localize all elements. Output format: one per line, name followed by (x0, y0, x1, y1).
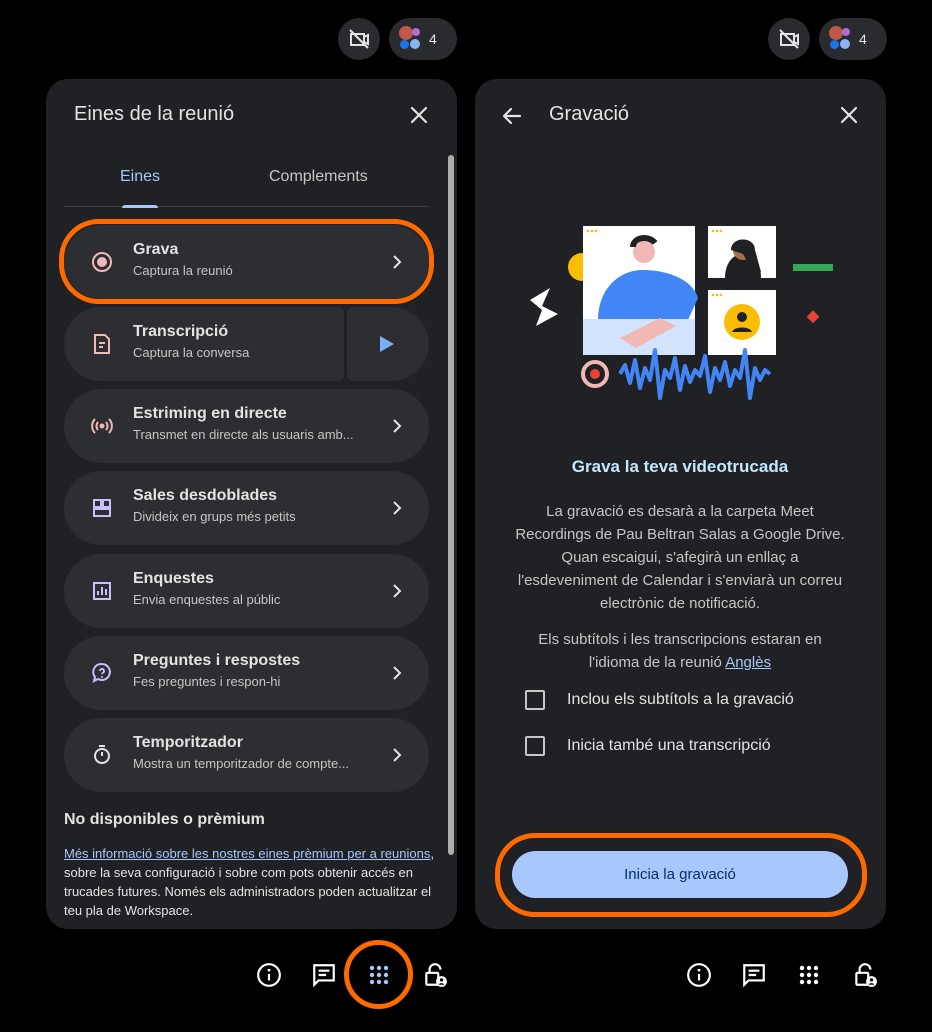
chat-icon (743, 964, 765, 988)
meeting-details-button-right[interactable] (682, 958, 716, 992)
tool-polls[interactable]: Enquestes Envia enquestes al públic (64, 554, 429, 628)
chat-button[interactable] (307, 958, 341, 992)
tool-title: Sales desdoblades (133, 487, 278, 504)
tool-subtitle: Captura la conversa (133, 345, 250, 360)
play-icon (380, 336, 394, 352)
scrollbar[interactable] (448, 155, 454, 855)
activities-button-right[interactable] (792, 958, 826, 992)
info-icon (257, 963, 281, 987)
start-transcript-label: Inicia també una transcripció (567, 737, 771, 754)
tool-subtitle: Transmet en directe als usuaris amb... (133, 427, 354, 442)
active-tab-indicator (122, 205, 158, 208)
close-icon[interactable] (837, 103, 861, 127)
apps-grid-icon (799, 965, 819, 985)
panel-title: Eines de la reunió (74, 103, 235, 125)
tool-title: Transcripció (133, 323, 229, 340)
tool-breakout-rooms[interactable]: Sales desdoblades Divideix en grups més … (64, 471, 429, 545)
avatar-stack (397, 26, 420, 52)
include-captions-label: Inclou els subtítols a la gravació (567, 691, 794, 708)
tool-qa[interactable]: Preguntes i respostes Fes preguntes i re… (64, 636, 429, 710)
participant-count: 4 (429, 31, 437, 47)
start-transcript-checkbox[interactable] (525, 736, 545, 756)
recording-illustration (530, 226, 833, 400)
recording-heading: Grava la teva videotrucada (571, 457, 789, 476)
chat-button-right[interactable] (737, 958, 771, 992)
timer-icon (94, 745, 110, 764)
lock-person-icon (855, 963, 877, 987)
tool-timer[interactable]: Temporitzador Mostra un temporitzador de… (64, 718, 429, 792)
tool-subtitle: Envia enquestes al públic (133, 592, 281, 607)
language-link[interactable]: Anglès (725, 654, 771, 671)
language-text: Els subtítols i les transcripcions estar… (538, 631, 822, 671)
tool-title: Enquestes (133, 570, 214, 587)
chevron-right-icon (393, 419, 402, 433)
premium-tools-link[interactable]: Més informació sobre les nostres eines p… (64, 846, 430, 861)
language-note: Els subtítols i les transcripcions estar… (515, 628, 845, 674)
unavailable-heading: No disponibles o prèmium (64, 811, 265, 828)
start-transcript-button[interactable] (347, 307, 429, 381)
tool-transcript[interactable]: Transcripció Captura la conversa (64, 307, 344, 381)
polls-icon (93, 582, 111, 600)
avatar-stack (827, 26, 850, 52)
tool-record[interactable]: Grava Captura la reunió (64, 225, 429, 299)
participants-button-right[interactable]: 4 (819, 18, 887, 60)
transcript-icon (94, 334, 110, 354)
meeting-details-button[interactable] (252, 958, 286, 992)
participant-count: 4 (859, 31, 867, 47)
activities-button[interactable] (362, 958, 396, 992)
chat-icon (313, 964, 335, 988)
close-icon[interactable] (407, 103, 431, 127)
tab-tools[interactable]: Eines (120, 168, 160, 186)
tool-subtitle: Divideix en grups més petits (133, 509, 296, 524)
tool-subtitle: Fes preguntes i respon-hi (133, 674, 281, 689)
tool-tabs: Eines Complements (64, 150, 429, 208)
start-recording-button[interactable]: Inicia la gravació (512, 851, 848, 898)
apps-grid-icon (369, 965, 389, 985)
recording-title: Gravació (549, 103, 630, 125)
lock-person-icon (425, 963, 447, 987)
tool-title: Preguntes i respostes (133, 652, 301, 669)
tool-subtitle: Mostra un temporitzador de compte... (133, 756, 350, 771)
chevron-right-icon (393, 501, 402, 515)
live-stream-icon (91, 418, 113, 434)
breakout-rooms-icon (93, 499, 111, 517)
camera-off-icon (779, 29, 799, 49)
tool-title: Estriming en directe (133, 405, 287, 422)
back-arrow-icon[interactable] (500, 104, 524, 128)
chevron-right-icon (393, 748, 402, 762)
chevron-right-icon (393, 666, 402, 680)
chevron-right-icon (393, 584, 402, 598)
qa-icon (92, 662, 111, 683)
host-controls-button-right[interactable] (848, 958, 882, 992)
tool-subtitle: Captura la reunió (133, 263, 233, 278)
participants-button[interactable]: 4 (389, 18, 457, 60)
info-icon (687, 963, 711, 987)
tab-add-ons[interactable]: Complements (269, 168, 368, 186)
host-controls-button[interactable] (418, 958, 452, 992)
recording-description: La gravació es desarà a la carpeta Meet … (515, 503, 845, 612)
tool-title: Grava (133, 241, 179, 258)
camera-off-button[interactable] (338, 18, 380, 60)
camera-off-button-right[interactable] (768, 18, 810, 60)
tool-live-stream[interactable]: Estriming en directe Transmet en directe… (64, 389, 429, 463)
chevron-right-icon (393, 255, 402, 269)
unavailable-description: Més informació sobre les nostres eines p… (64, 844, 434, 920)
include-captions-checkbox[interactable] (525, 690, 545, 710)
tool-title: Temporitzador (133, 734, 243, 751)
record-icon (92, 252, 112, 272)
camera-off-icon (349, 29, 369, 49)
